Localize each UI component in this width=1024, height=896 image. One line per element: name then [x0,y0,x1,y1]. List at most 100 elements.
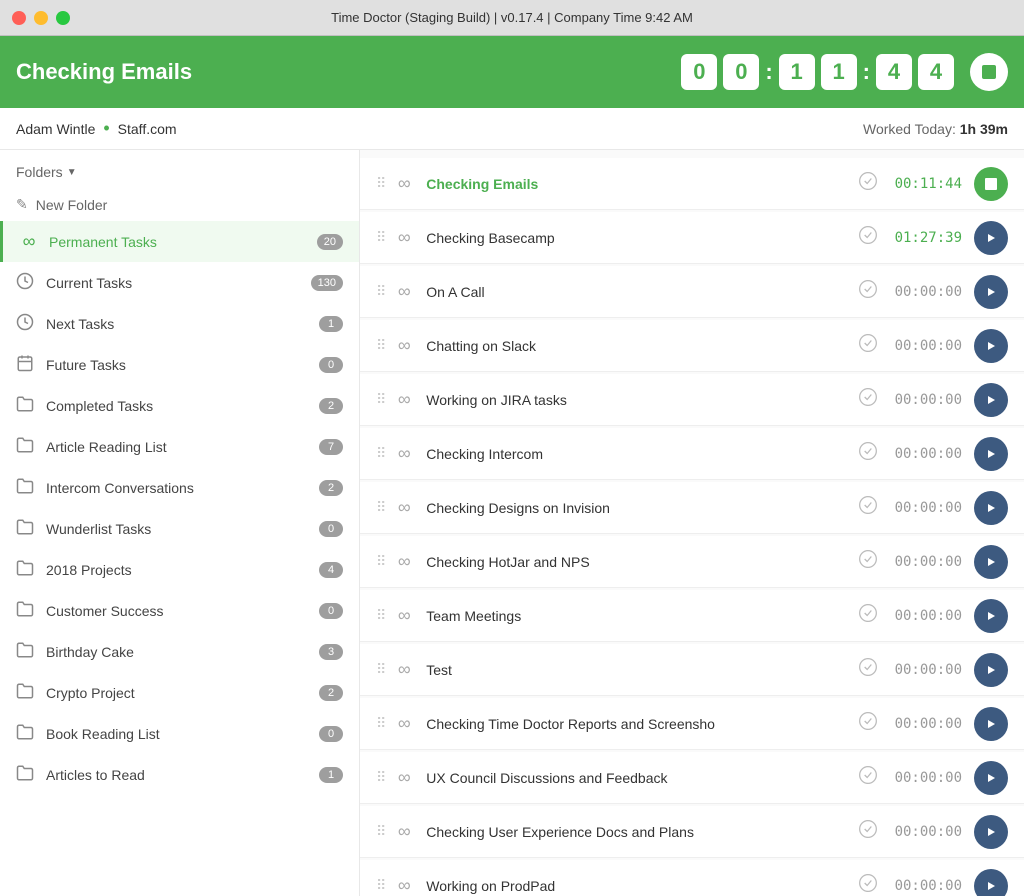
check-icon[interactable] [858,441,878,466]
current-task-title: Checking Emails [16,59,192,85]
drag-handle-icon: ⠿ [376,283,386,300]
sidebar-item-article-reading-list[interactable]: Article Reading List 7 [0,426,359,467]
sidebar-item-label: Article Reading List [46,439,319,455]
drag-handle-icon: ⠿ [376,499,386,516]
play-task-button[interactable] [974,383,1008,417]
check-icon[interactable] [858,819,878,844]
task-time: 00:00:00 [890,716,962,732]
folder-icon [16,682,36,703]
window-title: Time Doctor (Staging Build) | v0.17.4 | … [331,10,693,25]
sidebar-item-next-tasks[interactable]: Next Tasks 1 [0,303,359,344]
infinity-task-icon: ∞ [394,713,414,734]
maximize-button[interactable] [56,11,70,25]
sidebar-item-badge: 2 [319,398,343,414]
sidebar-item-birthday-cake[interactable]: Birthday Cake 3 [0,631,359,672]
sidebar-item-customer-success[interactable]: Customer Success 0 [0,590,359,631]
main-content: Folders ▼ ✎ New Folder ∞ Permanent Tasks… [0,150,1024,896]
play-task-button[interactable] [974,599,1008,633]
infinity-task-icon: ∞ [394,821,414,842]
play-task-button[interactable] [974,869,1008,896]
task-row-on-a-call: ⠿ ∞ On A Call 00:00:00 [360,266,1024,318]
play-task-button[interactable] [974,815,1008,849]
sidebar-item-book-reading-list[interactable]: Book Reading List 0 [0,713,359,754]
check-icon[interactable] [858,549,878,574]
check-icon[interactable] [858,225,878,250]
timer-colon-2: : [863,59,870,85]
folder-icon [16,764,36,785]
drag-handle-icon: ⠿ [376,445,386,462]
check-icon[interactable] [858,171,878,196]
new-folder-row[interactable]: ✎ New Folder [0,188,359,221]
drag-handle-icon: ⠿ [376,661,386,678]
sidebar-item-2018-projects[interactable]: 2018 Projects 4 [0,549,359,590]
stop-task-button[interactable] [974,167,1008,201]
play-task-button[interactable] [974,707,1008,741]
task-row-working-prodpad: ⠿ ∞ Working on ProdPad 00:00:00 [360,860,1024,896]
folders-header: Folders ▼ [0,150,359,188]
check-icon[interactable] [858,603,878,628]
folder-icon [16,518,36,539]
infinity-task-icon: ∞ [394,497,414,518]
sidebar-item-intercom-conversations[interactable]: Intercom Conversations 2 [0,467,359,508]
sidebar-item-crypto-project[interactable]: Crypto Project 2 [0,672,359,713]
play-task-button[interactable] [974,329,1008,363]
infinity-task-icon: ∞ [394,281,414,302]
play-task-button[interactable] [974,491,1008,525]
play-task-button[interactable] [974,221,1008,255]
close-button[interactable] [12,11,26,25]
infinity-task-icon: ∞ [394,173,414,194]
play-task-button[interactable] [974,545,1008,579]
task-name: Checking Emails [426,176,846,192]
sidebar-item-articles-to-read[interactable]: Articles to Read 1 [0,754,359,795]
check-icon[interactable] [858,765,878,790]
check-icon[interactable] [858,279,878,304]
sub-header: Adam Wintle • Staff.com Worked Today: 1h… [0,108,1024,150]
sidebar-item-permanent-tasks[interactable]: ∞ Permanent Tasks 20 [0,221,359,262]
check-icon[interactable] [858,711,878,736]
sidebar-item-future-tasks[interactable]: Future Tasks 0 [0,344,359,385]
sidebar-item-badge: 130 [311,275,343,291]
timer-digit-2: 1 [779,54,815,90]
check-icon[interactable] [858,495,878,520]
worked-today: Worked Today: 1h 39m [863,121,1008,137]
check-icon[interactable] [858,657,878,682]
folder-icon [16,600,36,621]
folder-icon [16,477,36,498]
task-row-team-meetings: ⠿ ∞ Team Meetings 00:00:00 [360,590,1024,642]
task-row-checking-td-reports: ⠿ ∞ Checking Time Doctor Reports and Scr… [360,698,1024,750]
check-icon[interactable] [858,873,878,896]
task-time: 00:00:00 [890,446,962,462]
task-time: 00:00:00 [890,824,962,840]
infinity-task-icon: ∞ [394,659,414,680]
sidebar-item-badge: 20 [317,234,343,250]
task-name: Chatting on Slack [426,338,846,354]
task-time: 00:00:00 [890,554,962,570]
play-task-button[interactable] [974,761,1008,795]
sidebar-item-badge: 3 [319,644,343,660]
task-name: Checking HotJar and NPS [426,554,846,570]
stop-button-header[interactable] [970,53,1008,91]
timer-colon-1: : [765,59,772,85]
drag-handle-icon: ⠿ [376,607,386,624]
play-task-button[interactable] [974,437,1008,471]
folder-icon [16,641,36,662]
play-task-button[interactable] [974,275,1008,309]
sidebar-item-current-tasks[interactable]: Current Tasks 130 [0,262,359,303]
sidebar-item-wunderlist-tasks[interactable]: Wunderlist Tasks 0 [0,508,359,549]
sidebar-item-badge: 0 [319,521,343,537]
infinity-task-icon: ∞ [394,227,414,248]
check-icon[interactable] [858,333,878,358]
play-task-button[interactable] [974,653,1008,687]
task-name: Working on JIRA tasks [426,392,846,408]
minimize-button[interactable] [34,11,48,25]
sidebar-item-completed-tasks[interactable]: Completed Tasks 2 [0,385,359,426]
sidebar-item-label: Completed Tasks [46,398,319,414]
task-row-checking-designs: ⠿ ∞ Checking Designs on Invision 00:00:0… [360,482,1024,534]
sidebar-items-container: ∞ Permanent Tasks 20 Current Tasks 130 N… [0,221,359,795]
timer-display: 0 0 : 1 1 : 4 4 [681,53,1008,91]
sidebar-item-label: Permanent Tasks [49,234,317,250]
check-icon[interactable] [858,387,878,412]
infinity-task-icon: ∞ [394,767,414,788]
sidebar-item-badge: 1 [319,316,343,332]
window-controls[interactable] [12,11,70,25]
